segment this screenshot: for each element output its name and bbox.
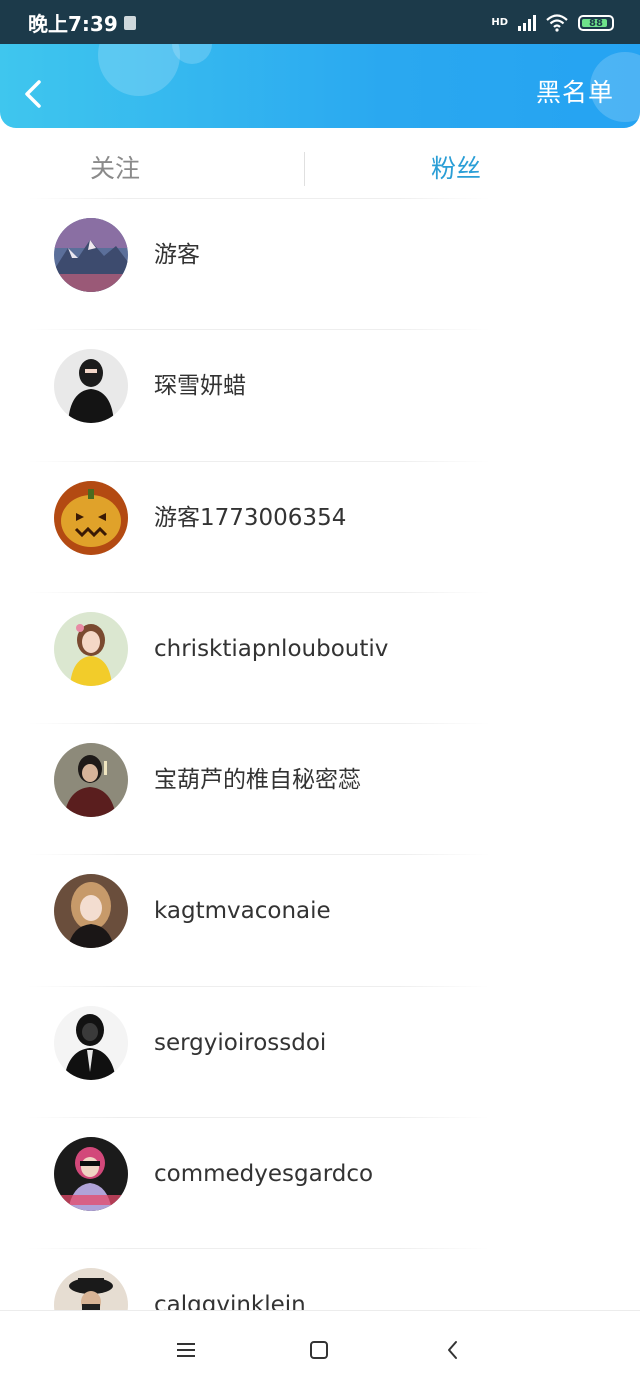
user-name: chrisktiapnlouboutiv <box>154 635 389 662</box>
battery-percent: 88 <box>589 17 603 29</box>
user-name: 宝葫芦的椎自秘密蕊 <box>154 767 361 794</box>
user-name: kagtmvaconaie <box>154 898 331 925</box>
system-nav-bar <box>0 1310 640 1387</box>
row-divider <box>28 591 490 593</box>
avatar <box>54 349 128 424</box>
list-item[interactable]: chrisktiapnlouboutiv <box>0 591 640 723</box>
status-time: 晚上7:39 <box>28 12 118 36</box>
chevron-left-icon <box>25 80 41 108</box>
row-divider <box>28 723 490 725</box>
avatar <box>54 743 128 818</box>
avatar <box>54 874 128 949</box>
back-nav-button[interactable] <box>440 1337 466 1363</box>
user-name: sergyioirossdoi <box>154 1029 327 1056</box>
menu-button[interactable] <box>173 1337 199 1363</box>
avatar <box>54 1137 128 1212</box>
row-divider <box>28 1248 490 1250</box>
row-divider <box>28 985 490 987</box>
user-name: 游客 <box>154 242 200 268</box>
list-item[interactable]: calggvinklein <box>0 1248 640 1310</box>
battery-icon: 88 <box>578 15 614 31</box>
list-item[interactable]: 宝葫芦的椎自秘密蕊 <box>0 723 640 854</box>
row-divider <box>28 329 490 331</box>
tab-follow[interactable]: 关注 <box>90 154 140 184</box>
row-divider <box>28 460 490 462</box>
top-header: 黑名单 <box>0 44 640 128</box>
row-divider <box>28 198 490 199</box>
user-name: calggvinklein <box>154 1292 306 1310</box>
hd-signal-label: HD <box>491 17 508 28</box>
sim-icon <box>124 16 136 30</box>
user-name: commedyesgardco <box>154 1161 374 1188</box>
list-item[interactable]: commedyesgardco <box>0 1117 640 1248</box>
list-item[interactable]: 游客1773006354 <box>0 460 640 592</box>
screen: 晚上7:39 HD 88 黑名单 关注 粉丝 游客 琛雪妍蜡 游客1773006… <box>0 0 640 1387</box>
cell-signal-icon <box>518 15 536 31</box>
row-divider <box>28 854 490 856</box>
list-item[interactable]: sergyioirossdoi <box>0 985 640 1117</box>
status-bar: 晚上7:39 HD 88 <box>0 0 640 46</box>
list-item[interactable]: 游客 <box>0 198 640 329</box>
home-button[interactable] <box>306 1337 332 1363</box>
menu-icon <box>177 1343 195 1357</box>
tab-fans[interactable]: 粉丝 <box>431 154 481 184</box>
avatar <box>54 1268 128 1310</box>
user-name: 游客1773006354 <box>154 504 347 531</box>
fans-list: 游客 琛雪妍蜡 游客1773006354 chrisktiapnloubouti… <box>0 198 640 1310</box>
back-button[interactable] <box>18 74 50 114</box>
avatar <box>54 611 128 686</box>
blacklist-button[interactable]: 黑名单 <box>536 78 614 108</box>
avatar <box>54 1005 128 1080</box>
list-item[interactable]: 琛雪妍蜡 <box>0 329 640 460</box>
wifi-icon <box>546 14 568 32</box>
avatar <box>54 218 128 292</box>
tab-bar: 关注 粉丝 <box>0 128 640 198</box>
decor-bubble <box>98 44 180 96</box>
avatar <box>54 480 128 555</box>
row-divider <box>28 1117 490 1119</box>
status-right: HD 88 <box>491 10 614 36</box>
home-square-icon <box>310 1341 328 1359</box>
back-triangle-icon <box>448 1341 457 1359</box>
user-name: 琛雪妍蜡 <box>154 373 246 400</box>
list-item[interactable]: kagtmvaconaie <box>0 854 640 985</box>
tab-divider <box>304 152 305 186</box>
